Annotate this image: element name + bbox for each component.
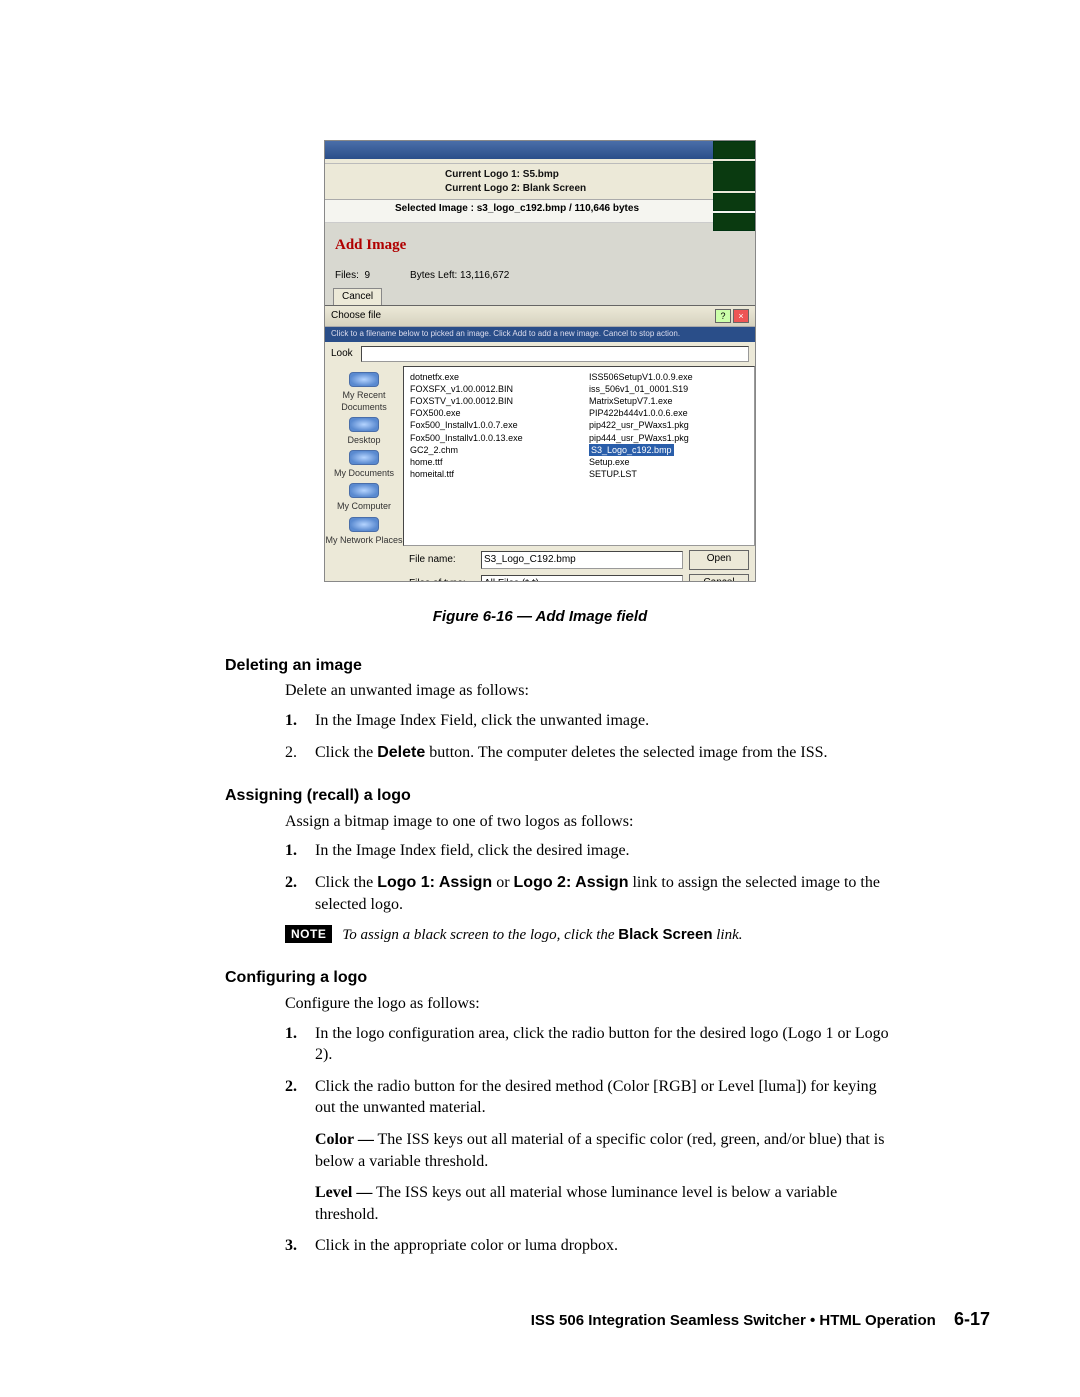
configuring-step3: Click in the appropriate color or luma d… <box>315 1235 900 1257</box>
close-icon[interactable]: × <box>733 309 749 323</box>
lookin-label: Look <box>331 347 353 361</box>
configuring-steps: 1. In the logo configuration area, click… <box>285 1023 900 1257</box>
add-image-heading: Add Image <box>325 223 755 263</box>
places-sidebar: My Recent Documents Desktop My Documents… <box>325 366 403 546</box>
footer-page: 6-17 <box>954 1309 990 1329</box>
badge <box>713 193 755 211</box>
file-item[interactable]: Fox500_Installv1.0.0.13.exe <box>410 432 569 444</box>
file-dialog: Choose file ? × Click to a filename belo… <box>325 305 755 581</box>
deleting-step2: Click the Delete button. The computer de… <box>315 742 900 764</box>
configuring-step2: Click the radio button for the desired m… <box>315 1076 900 1226</box>
files-row: Files: 9 Bytes Left: 13,116,672 <box>325 263 755 287</box>
file-item[interactable]: pip422_usr_PWaxs1.pkg <box>589 419 748 431</box>
dialog-bottom: File name: S3_Logo_C192.bmp Open Files o… <box>325 546 755 582</box>
open-button[interactable]: Open <box>689 550 749 570</box>
file-list[interactable]: dotnetfx.exeFOXSFX_v1.00.0012.BINFOXSTV_… <box>403 366 755 546</box>
file-item[interactable]: dotnetfx.exe <box>410 371 569 383</box>
file-item[interactable]: MatrixSetupV7.1.exe <box>589 395 748 407</box>
page-footer: ISS 506 Integration Seamless Switcher • … <box>60 1307 1020 1331</box>
file-item[interactable]: homeital.ttf <box>410 468 569 480</box>
files-label: Files: <box>335 270 359 281</box>
files-count: 9 <box>364 270 370 281</box>
badge <box>713 161 755 191</box>
assigning-steps: 1. In the Image Index field, click the d… <box>285 840 900 915</box>
filename-label: File name: <box>409 553 475 567</box>
file-item[interactable]: PIP422b444v1.0.0.6.exe <box>589 407 748 419</box>
footer-text: ISS 506 Integration Seamless Switcher • … <box>531 1312 936 1329</box>
app-titlebar <box>325 141 755 159</box>
selected-image-line: Selected Image : s3_logo_c192.bmp / 110,… <box>325 200 755 223</box>
assigning-intro: Assign a bitmap image to one of two logo… <box>285 811 900 833</box>
filetype-label: Files of type: <box>409 577 475 582</box>
file-item[interactable]: FOXSFX_v1.00.0012.BIN <box>410 383 569 395</box>
mycomp-icon[interactable] <box>349 483 379 498</box>
heading-configuring: Configuring a logo <box>225 967 1020 989</box>
filetype-field[interactable]: All Files (*.*) <box>481 575 683 582</box>
file-item[interactable]: ISS506SetupV1.0.0.9.exe <box>589 371 748 383</box>
desktop-label: Desktop <box>347 434 380 446</box>
help-icon[interactable]: ? <box>715 309 731 323</box>
file-item[interactable]: Fox500_Installv1.0.0.7.exe <box>410 419 569 431</box>
note-assigning: NOTE To assign a black screen to the log… <box>285 925 900 945</box>
heading-deleting: Deleting an image <box>225 655 1020 677</box>
assigning-step1: In the Image Index field, click the desi… <box>315 840 900 862</box>
mydocs-icon[interactable] <box>349 450 379 465</box>
desktop-icon[interactable] <box>349 417 379 432</box>
mynet-label: My Network Places <box>325 534 402 546</box>
file-item[interactable]: FOX500.exe <box>410 407 569 419</box>
file-item-selected[interactable]: S3_Logo_c192.bmp <box>589 444 674 456</box>
file-dialog-titlebar: Choose file ? × <box>325 306 755 327</box>
configuring-intro: Configure the logo as follows: <box>285 993 900 1015</box>
note-badge: NOTE <box>285 925 332 943</box>
mydocs-label: My Documents <box>334 467 394 479</box>
lookin-row: Look <box>325 342 755 366</box>
lookin-combo[interactable] <box>361 346 749 362</box>
file-item[interactable]: SETUP.LST <box>589 468 748 480</box>
logo2-label: Current Logo 2: Blank Screen <box>445 182 745 196</box>
cancel-button[interactable]: Cancel <box>333 288 382 306</box>
file-item[interactable]: GC2_2.chm <box>410 444 569 456</box>
figure-wrap: Current Logo 1: S5.bmp Current Logo 2: B… <box>60 140 1020 589</box>
cancel2-button[interactable]: Cancel <box>689 574 749 582</box>
deleting-step1: In the Image Index Field, click the unwa… <box>315 710 900 732</box>
logo1-label: Current Logo 1: S5.bmp <box>445 168 745 182</box>
recent-label: My Recent Documents <box>325 389 403 413</box>
mycomp-label: My Computer <box>337 500 391 512</box>
deleting-intro: Delete an unwanted image as follows: <box>285 680 900 702</box>
file-item[interactable]: Setup.exe <box>589 456 748 468</box>
badge <box>713 213 755 231</box>
file-item[interactable]: home.ttf <box>410 456 569 468</box>
recent-icon[interactable] <box>349 372 379 387</box>
figure-caption: Figure 6-16 — Add Image field <box>60 607 1020 627</box>
file-item[interactable]: pip444_usr_PWaxs1.pkg <box>589 432 748 444</box>
deleting-steps: 1. In the Image Index Field, click the u… <box>285 710 900 763</box>
assigning-step2: Click the Logo 1: Assign or Logo 2: Assi… <box>315 872 900 915</box>
bytes-left: Bytes Left: 13,116,672 <box>410 269 509 283</box>
file-dialog-title: Choose file <box>331 309 381 323</box>
configuring-step1: In the logo configuration area, click th… <box>315 1023 900 1066</box>
file-item[interactable]: FOXSTV_v1.00.0012.BIN <box>410 395 569 407</box>
note-text: To assign a black screen to the logo, cl… <box>342 925 742 945</box>
badge <box>713 141 755 159</box>
dialog-subnote: Click to a filename below to picked an i… <box>325 327 755 342</box>
filename-field[interactable]: S3_Logo_C192.bmp <box>481 551 683 569</box>
screenshot-mock: Current Logo 1: S5.bmp Current Logo 2: B… <box>324 140 756 582</box>
file-item[interactable]: iss_506v1_01_0001.S19 <box>589 383 748 395</box>
heading-assigning: Assigning (recall) a logo <box>225 785 1020 807</box>
mynet-icon[interactable] <box>349 517 379 532</box>
current-logo-info: Current Logo 1: S5.bmp Current Logo 2: B… <box>325 164 755 200</box>
right-badges <box>713 141 755 231</box>
